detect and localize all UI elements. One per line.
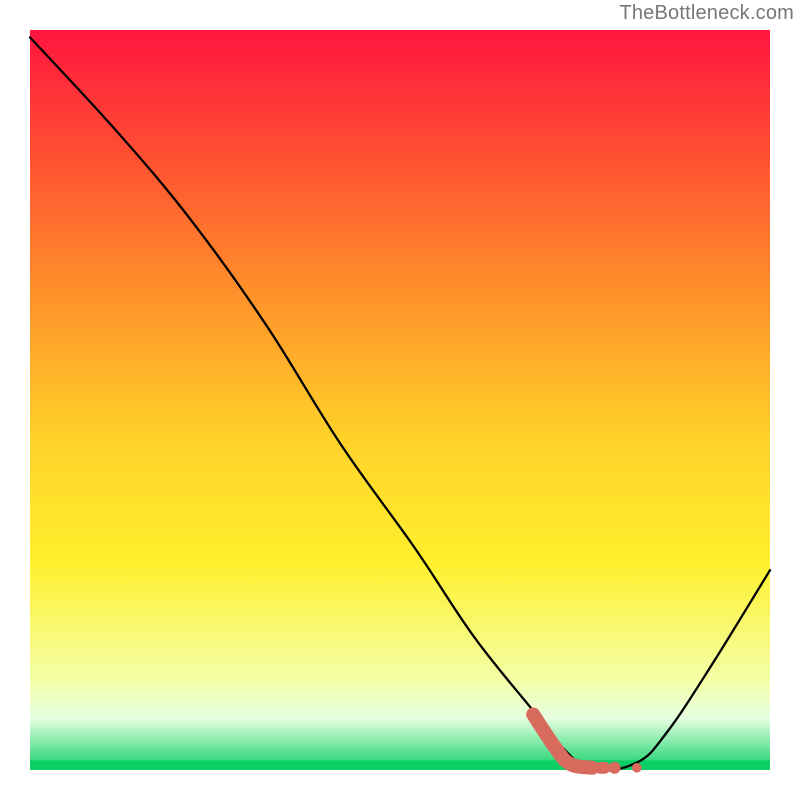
watermark-text: TheBottleneck.com (619, 2, 794, 25)
bottleneck-chart (0, 0, 800, 800)
optimal-zone-dot (632, 763, 642, 773)
optimal-zone-dot (609, 762, 621, 774)
green-band (30, 760, 770, 770)
chart-stage: TheBottleneck.com (0, 0, 800, 800)
plot-background (30, 30, 770, 770)
